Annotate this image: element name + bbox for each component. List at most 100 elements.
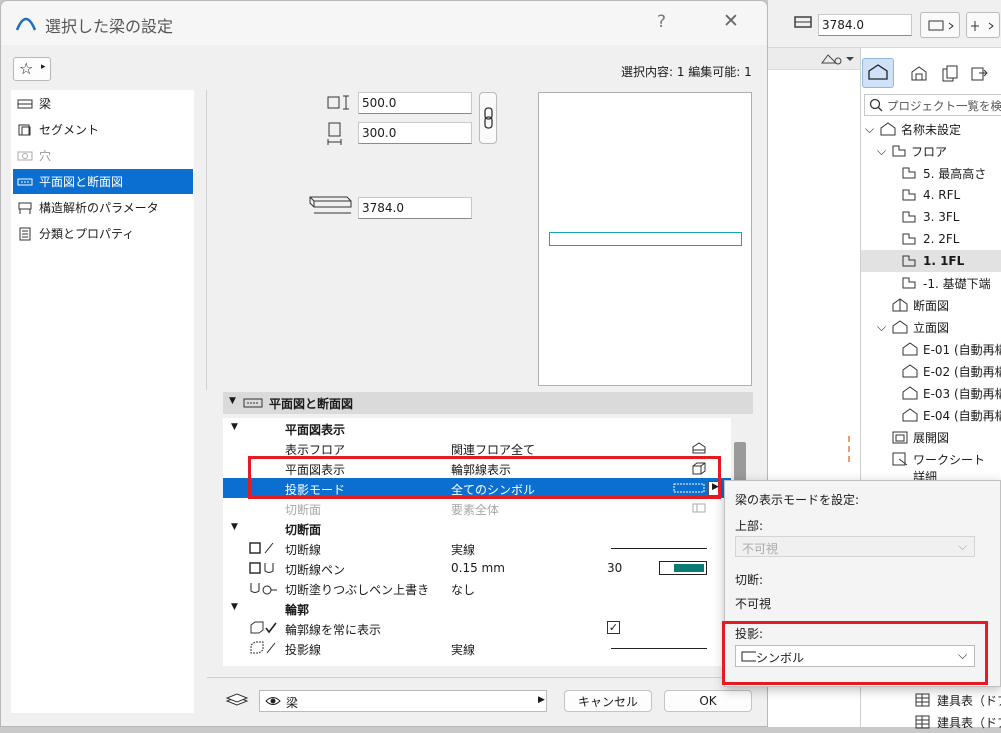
nav-item-worksheets[interactable]: ワークシート [891,448,985,470]
row-always-show-outline[interactable]: 輪郭線を常に表示 ✓ [223,618,731,638]
beam-height-field[interactable]: 500.0 [358,92,472,114]
pen-color-swatch[interactable] [659,561,707,575]
view-options-icon[interactable] [820,51,856,67]
settings-scrollbar[interactable] [734,442,746,482]
properties-icon [19,227,31,240]
nav-item-door-schedule-1[interactable]: 建具表（ドア [915,689,1001,711]
dialog-title: 選択した梁の設定 [45,17,174,36]
nav-item-story-5[interactable]: 5. 最高高さ [901,162,986,184]
nav-item-elevations[interactable]: ⌵ 立面図 [877,316,949,338]
cut-label: 切断: [735,573,764,587]
nav-item-story-minus1[interactable]: -1. 基礎下端 [901,272,991,294]
dialog-titlebar: 選択した梁の設定 ? ✕ [1,1,767,45]
cut-value: 不可視 [735,597,772,611]
nav-item-floors[interactable]: ⌵ フロア [877,140,947,162]
highlight-floor-plan-projection [248,456,721,499]
always-show-outline-checkbox[interactable]: ✓ [607,621,620,634]
width-dimension-icon [326,121,346,148]
beam-width-field[interactable]: 300.0 [358,122,472,144]
ok-button[interactable]: OK [664,690,752,712]
beam-preview-outline [549,232,742,246]
worksheet-icon [892,452,908,466]
app-toolbar: 3784.0 [768,0,1001,48]
app-view-strip [768,48,860,70]
group-floor-plan-display[interactable]: ▼ 平面図表示 [223,418,731,438]
fill-pen-override-icon [250,583,277,595]
row-projection-line[interactable]: 投影線 実線 [223,638,731,658]
page-beam[interactable]: 梁 [13,91,193,116]
chevron-down-icon: ⌵ [865,121,875,136]
help-button[interactable]: ? [657,12,666,32]
archicad-logo-icon [15,12,37,35]
pane-divider[interactable] [206,90,207,390]
story-icon [902,255,916,267]
nav-item-project[interactable]: ⌵ 名称未設定 [865,118,961,140]
beam-length-field[interactable]: 3784.0 [358,197,472,219]
nav-item-elevation-e04[interactable]: E-04 (自動再構 [901,404,1001,426]
row-cut-fill-pen-override[interactable]: 切断塗りつぶしペン上書き なし [223,578,731,598]
upper-select: 不可視 ⌵ [735,536,975,557]
floor-plan-section-icon [17,178,33,185]
favorites-button[interactable]: ☆ ▸ [13,57,51,81]
row-cut-line-pen[interactable]: 切断線ペン 0.15 mm 30 [223,558,731,578]
cancel-button[interactable]: キャンセル [564,690,652,712]
triangle-down-icon: ▼ [231,522,238,532]
page-floor-plan-and-section[interactable]: 平面図と断面図 [13,169,193,194]
nav-project-map-tab[interactable] [862,58,894,88]
nav-view-map-icon[interactable] [909,64,929,84]
close-button[interactable]: ✕ [723,10,739,32]
nav-item-story-3[interactable]: 3. 3FL [901,206,960,228]
nav-layout-book-icon[interactable] [940,64,960,84]
section-header[interactable]: ▼ 平面図と断面図 [223,392,753,414]
page-classification-properties[interactable]: 分類とプロパティ [13,221,193,246]
group-outlines[interactable]: ▼ 輪郭 [223,598,731,618]
show-outline-icon [250,621,277,634]
nav-item-story-1[interactable]: 1. 1FL [861,250,1001,272]
schedule-icon [915,693,930,707]
settings-list-cutoff [223,658,731,666]
row-cut-surface: 切断面 要素全体 [223,498,731,518]
nav-publisher-icon[interactable] [969,64,989,84]
beam-tool-icon[interactable] [792,12,814,32]
app-length-field[interactable]: 3784.0 [818,14,912,36]
nav-item-elevation-e02[interactable]: E-02 (自動再構 [901,360,1001,382]
floor-folder-icon [892,145,906,157]
nav-item-story-2[interactable]: 2. 2FL [901,228,960,250]
upper-label: 上部: [735,519,764,533]
chain-link-icon [484,107,493,129]
geometry-method-button[interactable] [920,12,960,38]
elevation-view-icon [902,364,918,378]
story-icon [902,233,916,245]
elevation-icon [892,320,908,334]
footer-divider [207,677,759,678]
nav-item-story-4[interactable]: 4. RFL [901,184,960,206]
nav-search-field[interactable]: プロジェクト一覧を検索 [864,94,1001,116]
cut-line-pen-icon [249,562,274,574]
nav-item-sections[interactable]: 断面図 [891,294,949,316]
beam-settings-dialog: 選択した梁の設定 ? ✕ ☆ ▸ 選択内容: 1 編集可能: 1 梁 セグメント… [0,0,768,727]
story-icon [902,189,916,201]
stories-icon [692,442,706,454]
page-structural-analysis[interactable]: 構造解析のパラメータ [13,195,193,220]
nav-item-interior-elevations[interactable]: 展開図 [891,426,949,448]
layer-selector[interactable]: 梁 ▶ [259,690,547,712]
row-show-on-stories[interactable]: 表示フロア 関連フロア全て [223,438,731,458]
elevation-view-icon [902,408,918,422]
reference-line-button[interactable] [966,12,1000,38]
nav-item-door-schedule-2[interactable]: 建具表（ドア [915,711,1001,733]
triangle-down-icon: ▼ [231,602,238,612]
nav-item-elevation-e03[interactable]: E-03 (自動再構 [901,382,1001,404]
nav-item-elevation-e01[interactable]: E-01 (自動再構 [901,338,1001,360]
row-cut-line[interactable]: 切断線 実線 [223,538,731,558]
section-title: 平面図と断面図 [269,397,354,411]
arrow-right-icon: ▸ [41,62,46,72]
link-chain-button[interactable] [479,92,497,144]
length-dimension-icon [307,191,353,220]
group-cut-surfaces[interactable]: ▼ 切断面 [223,518,731,538]
page-segment[interactable]: セグメント [13,117,193,142]
chevron-down-icon: ⌵ [958,539,968,553]
eye-icon [265,693,281,712]
project-icon [880,122,896,136]
elevation-view-icon [902,342,918,356]
canvas-marker [848,436,850,462]
